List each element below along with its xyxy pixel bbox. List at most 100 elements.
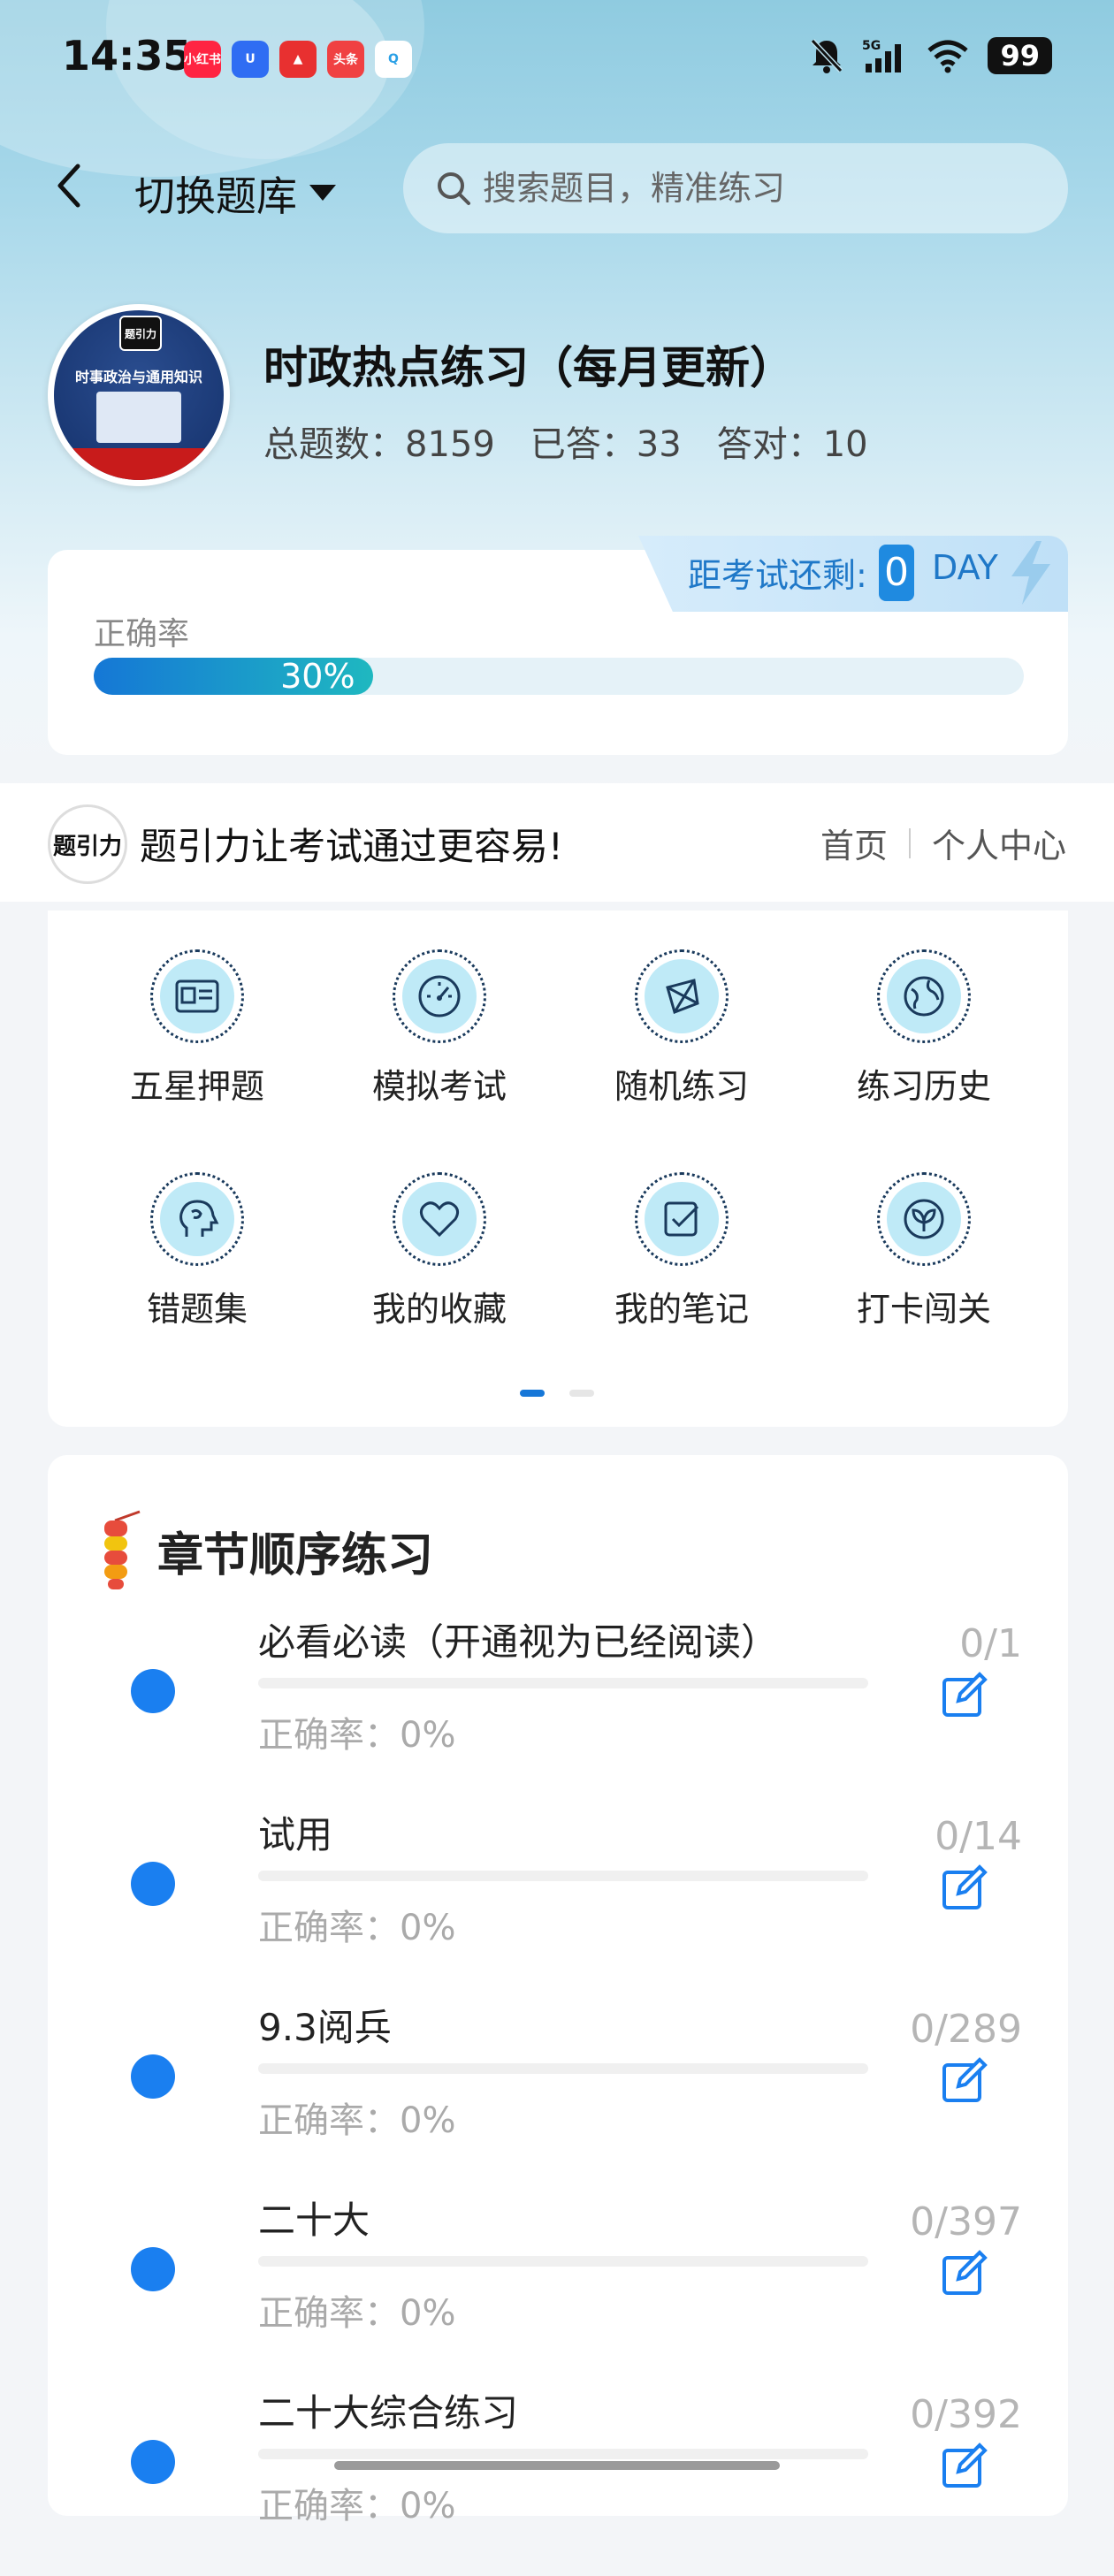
globe-icon bbox=[904, 976, 944, 1017]
page-dot bbox=[569, 1390, 594, 1397]
func-notes[interactable]: 我的笔记 bbox=[562, 1172, 801, 1330]
chapter-accuracy: 正确率：0% bbox=[258, 2486, 456, 2526]
chapter-progress-bar bbox=[258, 2256, 868, 2267]
chapter-count: 0/397 bbox=[910, 2199, 1022, 2244]
bank-stats: 总题数：8159 已答：33 答对：10 bbox=[263, 415, 868, 467]
chapter-row[interactable]: 二十大综合练习 正确率：0% 0/392 bbox=[48, 2383, 1068, 2576]
nav-profile-link[interactable]: 个人中心 bbox=[932, 819, 1066, 867]
accuracy-progress-fill: 30% bbox=[94, 658, 373, 695]
chapter-bullet bbox=[131, 1862, 175, 1906]
edit-icon[interactable] bbox=[941, 1863, 988, 1911]
lightning-icon bbox=[1011, 541, 1050, 605]
accuracy-percent: 30% bbox=[280, 657, 355, 696]
func-random-practice[interactable]: 随机练习 bbox=[562, 949, 801, 1108]
brand-bar: 题引力 题引力让考试通过更容易! 首页 个人中心 bbox=[0, 783, 1114, 902]
leaf-icon bbox=[904, 1199, 944, 1239]
battery-indicator: 99 bbox=[988, 37, 1052, 74]
heart-icon bbox=[419, 1201, 460, 1238]
notification-app-icons: 小红书 U ▲ 头条 Q bbox=[184, 41, 412, 78]
chapter-accuracy: 正确率：0% bbox=[258, 2293, 456, 2334]
chapter-practice-card: 章节顺序练习 必看必读（开通视为已经阅读） 正确率：0% 0/1 试用 正确率：… bbox=[48, 1455, 1068, 2526]
cover-logo: 题引力 bbox=[119, 316, 162, 351]
note-check-icon bbox=[664, 1201, 699, 1237]
caret-down-icon bbox=[309, 185, 336, 201]
chapter-row[interactable]: 试用 正确率：0% 0/14 bbox=[48, 1805, 1068, 1998]
nav-home-link[interactable]: 首页 bbox=[820, 819, 888, 867]
chapter-name: 9.3阅兵 bbox=[258, 2006, 392, 2049]
chapter-bullet bbox=[131, 1669, 175, 1713]
stat-correct: 答对：10 bbox=[716, 424, 868, 465]
chapter-count: 0/392 bbox=[910, 2392, 1022, 2437]
chat-app-icon: Q bbox=[375, 41, 412, 78]
u-app-icon: U bbox=[232, 41, 269, 78]
chapter-row[interactable]: 必看必读（开通视为已经阅读） 正确率：0% 0/1 bbox=[48, 1612, 1068, 1805]
chapter-row[interactable]: 二十大 正确率：0% 0/397 bbox=[48, 2191, 1068, 2383]
search-icon bbox=[438, 172, 470, 205]
chapter-progress-bar bbox=[258, 2449, 868, 2459]
switch-bank-label: 切换题库 bbox=[134, 172, 297, 220]
random-icon bbox=[666, 979, 699, 1014]
chapter-progress-bar bbox=[258, 2063, 868, 2074]
edit-icon[interactable] bbox=[941, 2442, 988, 2489]
toutiao-app-icon: 头条 bbox=[327, 41, 364, 78]
nav-divider bbox=[908, 827, 911, 858]
chapter-count: 0/289 bbox=[910, 2007, 1022, 2052]
chapter-name: 二十大 bbox=[258, 2199, 370, 2242]
chapter-count: 0/1 bbox=[959, 1621, 1022, 1666]
home-indicator[interactable] bbox=[334, 2461, 780, 2470]
status-bar: 14:35 小红书 U ▲ 头条 Q 5G 99 bbox=[0, 0, 1114, 115]
func-favorites[interactable]: 我的收藏 bbox=[320, 1172, 559, 1330]
head-icon bbox=[179, 1200, 219, 1237]
chapter-name: 二十大综合练习 bbox=[258, 2391, 519, 2435]
brand-slogan: 题引力让考试通过更容易! bbox=[140, 825, 563, 868]
cover-device-image bbox=[96, 392, 181, 443]
stat-total: 总题数：8159 bbox=[263, 424, 495, 465]
firecracker-icon bbox=[104, 1510, 141, 1589]
switch-bank-dropdown[interactable]: 切换题库 bbox=[134, 164, 336, 223]
func-label: 五星押题 bbox=[129, 1067, 264, 1106]
func-history[interactable]: 练习历史 bbox=[805, 949, 1043, 1108]
accuracy-card: 距考试还剩: 0 DAY 正确率 30% bbox=[48, 536, 1068, 755]
func-five-star[interactable]: 五星押题 bbox=[78, 949, 317, 1108]
func-label: 我的收藏 bbox=[371, 1290, 507, 1329]
func-label: 错题集 bbox=[146, 1290, 248, 1329]
countdown-unit: DAY bbox=[932, 548, 998, 587]
func-label: 打卡闯关 bbox=[856, 1290, 991, 1329]
chapter-section-title: 章节顺序练习 bbox=[157, 1528, 434, 1582]
chapter-progress-bar bbox=[258, 1678, 868, 1688]
edit-icon[interactable] bbox=[941, 2249, 988, 2297]
func-wrong-questions[interactable]: 错题集 bbox=[78, 1172, 317, 1330]
chapter-progress-bar bbox=[258, 1871, 868, 1881]
brand-logo: 题引力 bbox=[48, 804, 127, 884]
edit-icon[interactable] bbox=[941, 2056, 988, 2104]
bank-title: 时政热点练习（每月更新） bbox=[263, 342, 794, 393]
search-input[interactable] bbox=[481, 168, 1015, 209]
page-dot-active bbox=[520, 1390, 545, 1397]
accuracy-label: 正确率 bbox=[94, 616, 190, 652]
xiaohongshu-app-icon: 小红书 bbox=[184, 41, 221, 78]
wifi-icon bbox=[927, 40, 969, 73]
func-label: 随机练习 bbox=[614, 1067, 749, 1106]
chapter-accuracy: 正确率：0% bbox=[258, 2100, 456, 2141]
countdown-label: 距考试还剩: bbox=[688, 556, 867, 595]
chapter-bullet bbox=[131, 2054, 175, 2099]
chapter-accuracy: 正确率：0% bbox=[258, 1908, 456, 1948]
func-checkin[interactable]: 打卡闯关 bbox=[805, 1172, 1043, 1330]
svg-text:5G: 5G bbox=[862, 39, 881, 53]
cover-title: 时事政治与通用知识 bbox=[74, 369, 202, 385]
func-label: 练习历史 bbox=[856, 1067, 991, 1106]
edit-icon[interactable] bbox=[941, 1671, 988, 1719]
cover-banner bbox=[54, 448, 224, 480]
mute-bell-icon bbox=[811, 38, 843, 73]
chapter-row[interactable]: 9.3阅兵 正确率：0% 0/289 bbox=[48, 1998, 1068, 2191]
triangle-app-icon: ▲ bbox=[279, 41, 317, 78]
id-card-icon bbox=[175, 979, 219, 1013]
stat-answered: 已答：33 bbox=[530, 424, 682, 465]
chapter-name: 试用 bbox=[258, 1813, 333, 1856]
chevron-left-icon bbox=[57, 164, 80, 208]
back-button[interactable] bbox=[51, 159, 87, 212]
accuracy-progress-track: 30% bbox=[94, 658, 1024, 695]
exam-countdown: 距考试还剩: 0 DAY bbox=[638, 536, 1068, 612]
func-mock-exam[interactable]: 模拟考试 bbox=[320, 949, 559, 1108]
search-bar[interactable] bbox=[403, 143, 1068, 233]
